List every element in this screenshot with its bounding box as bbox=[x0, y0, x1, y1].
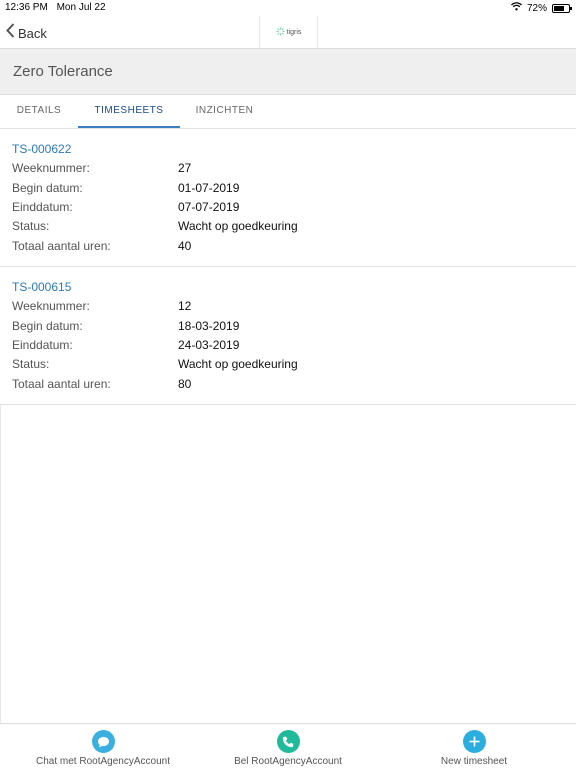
back-label: Back bbox=[18, 25, 47, 41]
detail-label: Begin datum: bbox=[12, 181, 83, 195]
detail-value: 01-07-2019 bbox=[178, 181, 240, 195]
tab-details[interactable]: DETAILS bbox=[0, 95, 78, 128]
detail-value: 80 bbox=[178, 377, 192, 391]
detail-label: Einddatum: bbox=[12, 200, 73, 214]
status-date: Mon Jul 22 bbox=[56, 2, 106, 13]
wifi-icon bbox=[511, 2, 522, 14]
tab-inzichten[interactable]: INZICHTEN bbox=[180, 95, 269, 128]
detail-value: 18-03-2019 bbox=[178, 319, 240, 333]
detail-label: Totaal aantal uren: bbox=[12, 239, 111, 253]
status-time: 12:36 PM bbox=[5, 2, 48, 13]
tab-timesheets[interactable]: TIMESHEETS bbox=[78, 95, 180, 128]
call-button[interactable]: Bel RootAgencyAccount bbox=[218, 724, 358, 769]
empty-content-area bbox=[0, 405, 576, 723]
detail-label: Weeknummer: bbox=[12, 299, 90, 313]
footer-action-bar: Chat met RootAgencyAccount Bel RootAgenc… bbox=[0, 723, 576, 769]
chat-button-label: Chat met RootAgencyAccount bbox=[36, 756, 170, 767]
chat-button[interactable]: Chat met RootAgencyAccount bbox=[15, 724, 191, 769]
detail-value: 40 bbox=[178, 239, 192, 253]
detail-value: Wacht op goedkeuring bbox=[178, 357, 298, 371]
page-header: Zero Tolerance bbox=[0, 48, 576, 95]
timesheet-id-link[interactable]: TS-000622 bbox=[12, 142, 71, 156]
detail-label: Totaal aantal uren: bbox=[12, 377, 111, 391]
phone-icon bbox=[276, 730, 300, 753]
logo-sun-icon bbox=[276, 23, 285, 41]
detail-label: Weeknummer: bbox=[12, 161, 90, 175]
page-title: Zero Tolerance bbox=[13, 63, 113, 80]
tab-bar: DETAILS TIMESHEETS INZICHTEN bbox=[0, 95, 576, 129]
detail-value: 12 bbox=[178, 299, 192, 313]
call-button-label: Bel RootAgencyAccount bbox=[234, 756, 342, 767]
detail-value: 27 bbox=[178, 161, 192, 175]
logo-text: tigris bbox=[286, 28, 302, 36]
timesheet-card[interactable]: TS-000615 Weeknummer: 12 Begin datum: 18… bbox=[0, 267, 576, 405]
chat-bubble-icon bbox=[91, 730, 115, 753]
new-timesheet-button[interactable]: New timesheet bbox=[424, 724, 524, 769]
status-bar: 12:36 PM Mon Jul 22 72% bbox=[0, 0, 576, 16]
timesheet-id-link[interactable]: TS-000615 bbox=[12, 280, 71, 294]
status-bar-left: 12:36 PM Mon Jul 22 bbox=[5, 2, 112, 13]
battery-percentage: 72% bbox=[526, 2, 547, 14]
battery-icon bbox=[552, 3, 572, 13]
plus-icon bbox=[462, 730, 486, 753]
detail-label: Status: bbox=[12, 219, 50, 233]
navigation-bar: Back tigris bbox=[0, 16, 576, 48]
app-logo: tigris bbox=[259, 16, 318, 48]
chevron-left-icon bbox=[6, 23, 15, 43]
new-timesheet-label: New timesheet bbox=[440, 756, 508, 767]
detail-label: Begin datum: bbox=[12, 319, 83, 333]
detail-value: 07-07-2019 bbox=[178, 200, 240, 214]
timesheet-card[interactable]: TS-000622 Weeknummer: 27 Begin datum: 01… bbox=[0, 129, 576, 267]
detail-value: 24-03-2019 bbox=[178, 338, 240, 352]
back-button[interactable]: Back bbox=[6, 23, 47, 43]
detail-label: Status: bbox=[12, 357, 50, 371]
status-bar-right: 72% bbox=[511, 2, 572, 14]
detail-label: Einddatum: bbox=[12, 338, 73, 352]
detail-value: Wacht op goedkeuring bbox=[178, 219, 298, 233]
